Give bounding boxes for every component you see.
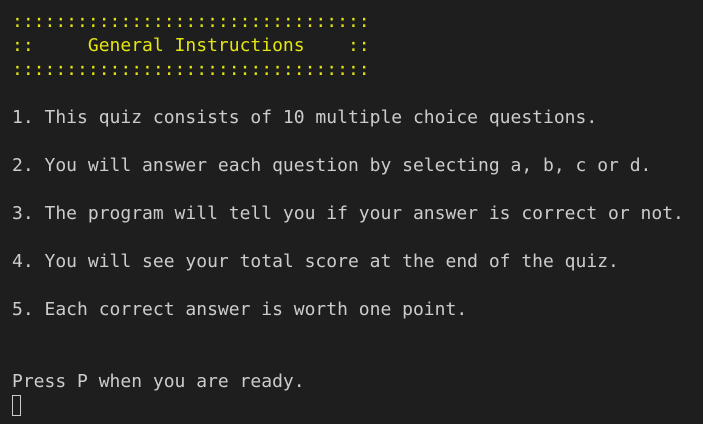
instruction-4: 4. You will see your total score at the … <box>12 251 619 272</box>
instruction-3: 3. The program will tell you if your ans… <box>12 203 684 224</box>
header-title: :: General Instructions :: <box>12 35 370 56</box>
instruction-2: 2. You will answer each question by sele… <box>12 155 652 176</box>
terminal-cursor[interactable] <box>12 395 21 416</box>
ready-prompt: Press P when you are ready. <box>12 371 305 392</box>
header-border-top: ::::::::::::::::::::::::::::::::: <box>12 11 370 32</box>
terminal-window[interactable]: ::::::::::::::::::::::::::::::::: :: Gen… <box>0 0 703 424</box>
instruction-5: 5. Each correct answer is worth one poin… <box>12 299 468 320</box>
header-border-bottom: ::::::::::::::::::::::::::::::::: <box>12 59 370 80</box>
instruction-1: 1. This quiz consists of 10 multiple cho… <box>12 107 598 128</box>
